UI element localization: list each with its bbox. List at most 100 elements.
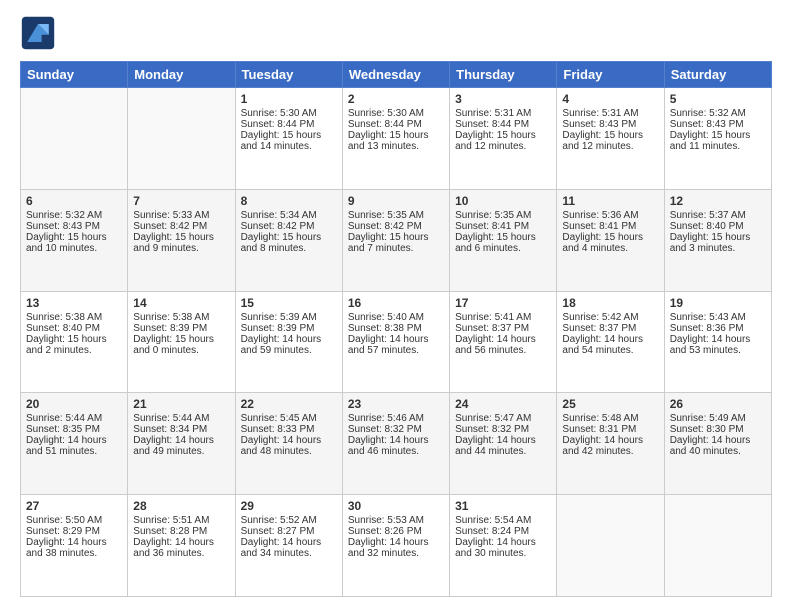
day-info-line: Sunrise: 5:44 AM bbox=[133, 413, 229, 424]
day-info-line: Sunrise: 5:40 AM bbox=[348, 312, 444, 323]
day-header-thursday: Thursday bbox=[450, 62, 557, 88]
day-header-monday: Monday bbox=[128, 62, 235, 88]
day-info-line: Sunrise: 5:35 AM bbox=[348, 210, 444, 221]
day-number: 14 bbox=[133, 296, 229, 310]
day-info-line: Daylight: 14 hours bbox=[133, 435, 229, 446]
calendar-cell: 14Sunrise: 5:38 AMSunset: 8:39 PMDayligh… bbox=[128, 291, 235, 393]
day-info-line: Sunrise: 5:32 AM bbox=[670, 108, 766, 119]
day-info-line: Sunset: 8:28 PM bbox=[133, 526, 229, 537]
day-info-line: Sunrise: 5:46 AM bbox=[348, 413, 444, 424]
day-number: 11 bbox=[562, 194, 658, 208]
day-info-line: Sunrise: 5:30 AM bbox=[241, 108, 337, 119]
day-info-line: and 3 minutes. bbox=[670, 243, 766, 254]
day-info-line: Sunrise: 5:51 AM bbox=[133, 515, 229, 526]
day-info-line: and 7 minutes. bbox=[348, 243, 444, 254]
day-info-line: Sunset: 8:35 PM bbox=[26, 424, 122, 435]
calendar-cell: 12Sunrise: 5:37 AMSunset: 8:40 PMDayligh… bbox=[664, 189, 771, 291]
day-info-line: Sunrise: 5:36 AM bbox=[562, 210, 658, 221]
day-info-line: and 42 minutes. bbox=[562, 446, 658, 457]
day-header-tuesday: Tuesday bbox=[235, 62, 342, 88]
calendar-cell: 2Sunrise: 5:30 AMSunset: 8:44 PMDaylight… bbox=[342, 88, 449, 190]
day-info-line: Sunrise: 5:47 AM bbox=[455, 413, 551, 424]
calendar-cell: 31Sunrise: 5:54 AMSunset: 8:24 PMDayligh… bbox=[450, 495, 557, 597]
calendar-cell: 4Sunrise: 5:31 AMSunset: 8:43 PMDaylight… bbox=[557, 88, 664, 190]
day-number: 21 bbox=[133, 397, 229, 411]
day-info-line: Daylight: 15 hours bbox=[348, 232, 444, 243]
day-info-line: Daylight: 14 hours bbox=[26, 537, 122, 548]
day-info-line: Daylight: 15 hours bbox=[241, 130, 337, 141]
day-info-line: Sunset: 8:24 PM bbox=[455, 526, 551, 537]
day-info-line: Daylight: 14 hours bbox=[241, 537, 337, 548]
day-info-line: and 2 minutes. bbox=[26, 345, 122, 356]
calendar-week-row: 27Sunrise: 5:50 AMSunset: 8:29 PMDayligh… bbox=[21, 495, 772, 597]
day-number: 23 bbox=[348, 397, 444, 411]
day-number: 15 bbox=[241, 296, 337, 310]
day-number: 18 bbox=[562, 296, 658, 310]
calendar-cell: 7Sunrise: 5:33 AMSunset: 8:42 PMDaylight… bbox=[128, 189, 235, 291]
day-info-line: and 36 minutes. bbox=[133, 548, 229, 559]
day-info-line: Daylight: 15 hours bbox=[455, 232, 551, 243]
day-info-line: Sunset: 8:43 PM bbox=[670, 119, 766, 130]
day-info-line: and 12 minutes. bbox=[455, 141, 551, 152]
day-info-line: Daylight: 15 hours bbox=[26, 232, 122, 243]
day-number: 12 bbox=[670, 194, 766, 208]
calendar-cell: 1Sunrise: 5:30 AMSunset: 8:44 PMDaylight… bbox=[235, 88, 342, 190]
day-info-line: and 8 minutes. bbox=[241, 243, 337, 254]
day-info-line: and 0 minutes. bbox=[133, 345, 229, 356]
day-number: 26 bbox=[670, 397, 766, 411]
logo bbox=[20, 15, 60, 51]
day-info-line: Daylight: 14 hours bbox=[348, 435, 444, 446]
day-info-line: Daylight: 14 hours bbox=[562, 435, 658, 446]
calendar-cell: 8Sunrise: 5:34 AMSunset: 8:42 PMDaylight… bbox=[235, 189, 342, 291]
day-info-line: Sunrise: 5:38 AM bbox=[26, 312, 122, 323]
day-info-line: Daylight: 14 hours bbox=[26, 435, 122, 446]
day-info-line: Daylight: 14 hours bbox=[670, 334, 766, 345]
calendar-cell: 25Sunrise: 5:48 AMSunset: 8:31 PMDayligh… bbox=[557, 393, 664, 495]
day-info-line: Sunset: 8:44 PM bbox=[348, 119, 444, 130]
day-info-line: and 9 minutes. bbox=[133, 243, 229, 254]
day-info-line: Sunset: 8:27 PM bbox=[241, 526, 337, 537]
calendar-cell: 17Sunrise: 5:41 AMSunset: 8:37 PMDayligh… bbox=[450, 291, 557, 393]
calendar-cell: 11Sunrise: 5:36 AMSunset: 8:41 PMDayligh… bbox=[557, 189, 664, 291]
calendar-cell: 24Sunrise: 5:47 AMSunset: 8:32 PMDayligh… bbox=[450, 393, 557, 495]
day-info-line: Daylight: 15 hours bbox=[455, 130, 551, 141]
day-info-line: Sunset: 8:30 PM bbox=[670, 424, 766, 435]
day-info-line: and 46 minutes. bbox=[348, 446, 444, 457]
day-number: 28 bbox=[133, 499, 229, 513]
day-info-line: and 30 minutes. bbox=[455, 548, 551, 559]
day-info-line: Sunrise: 5:35 AM bbox=[455, 210, 551, 221]
calendar-cell bbox=[557, 495, 664, 597]
day-info-line: and 57 minutes. bbox=[348, 345, 444, 356]
calendar-cell bbox=[664, 495, 771, 597]
header bbox=[20, 15, 772, 51]
day-header-sunday: Sunday bbox=[21, 62, 128, 88]
day-info-line: Daylight: 14 hours bbox=[348, 334, 444, 345]
calendar-cell: 18Sunrise: 5:42 AMSunset: 8:37 PMDayligh… bbox=[557, 291, 664, 393]
calendar-cell: 27Sunrise: 5:50 AMSunset: 8:29 PMDayligh… bbox=[21, 495, 128, 597]
calendar-cell: 22Sunrise: 5:45 AMSunset: 8:33 PMDayligh… bbox=[235, 393, 342, 495]
day-number: 24 bbox=[455, 397, 551, 411]
calendar-cell: 21Sunrise: 5:44 AMSunset: 8:34 PMDayligh… bbox=[128, 393, 235, 495]
calendar-cell: 29Sunrise: 5:52 AMSunset: 8:27 PMDayligh… bbox=[235, 495, 342, 597]
day-info-line: Sunrise: 5:37 AM bbox=[670, 210, 766, 221]
day-info-line: Sunset: 8:29 PM bbox=[26, 526, 122, 537]
day-number: 16 bbox=[348, 296, 444, 310]
day-info-line: Sunset: 8:40 PM bbox=[26, 323, 122, 334]
day-info-line: and 4 minutes. bbox=[562, 243, 658, 254]
day-info-line: and 54 minutes. bbox=[562, 345, 658, 356]
day-number: 5 bbox=[670, 92, 766, 106]
calendar-week-row: 6Sunrise: 5:32 AMSunset: 8:43 PMDaylight… bbox=[21, 189, 772, 291]
day-info-line: Daylight: 14 hours bbox=[455, 537, 551, 548]
day-info-line: Sunrise: 5:42 AM bbox=[562, 312, 658, 323]
day-info-line: Sunrise: 5:44 AM bbox=[26, 413, 122, 424]
day-info-line: Sunset: 8:43 PM bbox=[26, 221, 122, 232]
day-info-line: Sunrise: 5:39 AM bbox=[241, 312, 337, 323]
calendar-cell: 9Sunrise: 5:35 AMSunset: 8:42 PMDaylight… bbox=[342, 189, 449, 291]
calendar-cell: 13Sunrise: 5:38 AMSunset: 8:40 PMDayligh… bbox=[21, 291, 128, 393]
day-info-line: Daylight: 14 hours bbox=[348, 537, 444, 548]
calendar-week-row: 13Sunrise: 5:38 AMSunset: 8:40 PMDayligh… bbox=[21, 291, 772, 393]
day-info-line: Daylight: 15 hours bbox=[26, 334, 122, 345]
calendar-cell: 3Sunrise: 5:31 AMSunset: 8:44 PMDaylight… bbox=[450, 88, 557, 190]
day-info-line: Sunset: 8:32 PM bbox=[455, 424, 551, 435]
day-number: 4 bbox=[562, 92, 658, 106]
